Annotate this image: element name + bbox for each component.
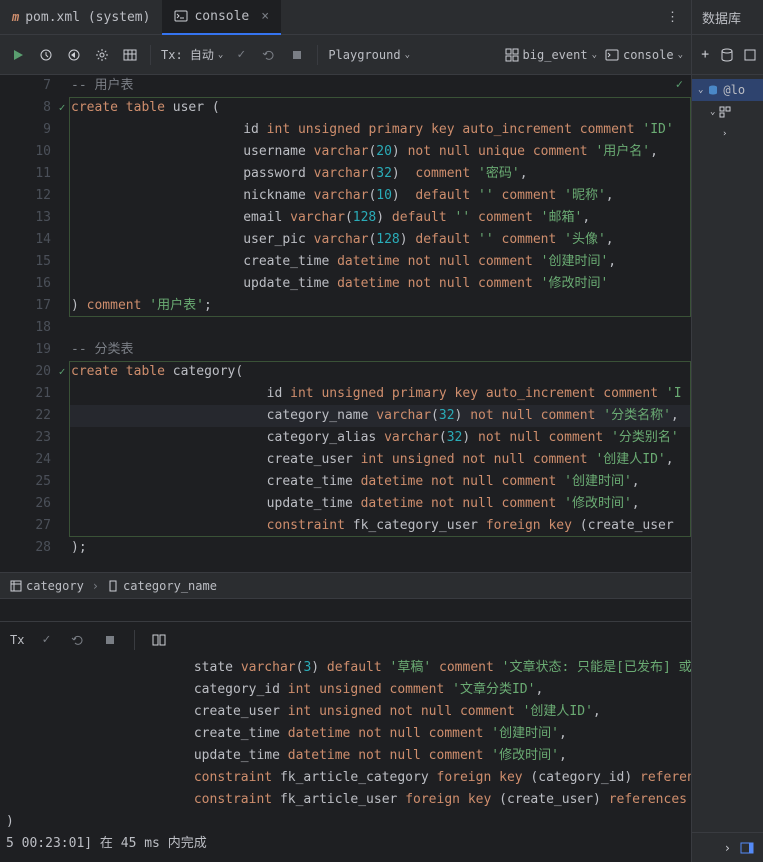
tree-node[interactable]: ⌄ bbox=[692, 101, 763, 123]
grid-icon[interactable] bbox=[120, 45, 140, 65]
sql-toolbar: Tx: 自动 ⌄ ✓ Playground ⌄ big_event ⌄ cons… bbox=[0, 35, 691, 75]
layout-icon[interactable] bbox=[737, 838, 757, 858]
chevron-right-icon: › bbox=[722, 129, 727, 139]
console-icon bbox=[174, 9, 188, 23]
split-icon[interactable] bbox=[149, 630, 169, 650]
column-icon bbox=[107, 580, 119, 592]
commit-icon[interactable]: ✓ bbox=[36, 630, 56, 650]
maven-icon: m bbox=[12, 10, 19, 24]
schema-icon bbox=[719, 106, 731, 118]
rollback-icon[interactable] bbox=[68, 630, 88, 650]
breadcrumb-item[interactable]: category bbox=[10, 579, 84, 593]
tx-mode-dropdown[interactable]: Tx: 自动 ⌄ bbox=[161, 46, 223, 63]
history-icon[interactable] bbox=[36, 45, 56, 65]
tree-label: @lo bbox=[723, 83, 745, 97]
panel-title: 数据库 bbox=[692, 0, 763, 35]
chevron-down-icon: ⌄ bbox=[678, 50, 683, 60]
db-tree[interactable]: ⌄ @lo ⌄ › bbox=[692, 75, 763, 458]
settings-icon[interactable] bbox=[92, 45, 112, 65]
console-label: console bbox=[623, 48, 674, 62]
chevron-down-icon: ⌄ bbox=[698, 85, 703, 95]
check-gutter: ✓ ✓ bbox=[55, 75, 69, 572]
chevron-down-icon: ⌄ bbox=[405, 50, 410, 60]
breadcrumb-separator: › bbox=[92, 579, 99, 593]
console-dropdown[interactable]: console ⌄ bbox=[605, 48, 683, 62]
check-icon: ✓ bbox=[55, 361, 69, 383]
inspection-icon[interactable]: ✓ bbox=[676, 77, 683, 91]
playground-label: Playground bbox=[328, 48, 400, 62]
database-panel: 数据库 + ⌄ @lo ⌄ › › bbox=[691, 0, 763, 862]
tx-label: Tx bbox=[10, 633, 24, 647]
line-gutter: 7 8 9 10 11 12 13 14 15 16 17 18 19 20 2… bbox=[0, 75, 55, 572]
check-icon: ✓ bbox=[55, 97, 69, 119]
run-icon[interactable] bbox=[8, 45, 28, 65]
schema-dropdown[interactable]: big_event ⌄ bbox=[505, 48, 597, 62]
code-editor[interactable]: 7 8 9 10 11 12 13 14 15 16 17 18 19 20 2… bbox=[0, 75, 691, 572]
tab-label: console bbox=[194, 9, 249, 24]
tab-pom[interactable]: m pom.xml (system) bbox=[0, 0, 162, 35]
stop-icon[interactable] bbox=[287, 45, 307, 65]
status-line: 5 00:23:01] 在 45 ms 内完成 bbox=[4, 833, 720, 855]
table-icon bbox=[10, 580, 22, 592]
tab-console[interactable]: console × bbox=[162, 0, 281, 35]
breadcrumb: category › category_name bbox=[0, 572, 691, 598]
tab-more-icon[interactable]: ⋮ bbox=[654, 10, 691, 25]
chevron-right-icon[interactable]: › bbox=[724, 841, 731, 855]
output-code[interactable]: state varchar(3) default '草稿' comment '文… bbox=[0, 657, 720, 862]
tx-label: Tx: 自动 bbox=[161, 46, 214, 63]
explain-icon[interactable] bbox=[64, 45, 84, 65]
commit-icon[interactable]: ✓ bbox=[231, 45, 251, 65]
rollback-icon[interactable] bbox=[259, 45, 279, 65]
add-icon[interactable]: + bbox=[698, 45, 712, 65]
editor-tabs: m pom.xml (system) console × ⋮ bbox=[0, 0, 691, 35]
chevron-down-icon: ⌄ bbox=[710, 107, 715, 117]
console-icon bbox=[605, 48, 619, 62]
db-toolbar: + bbox=[692, 35, 763, 75]
tab-label: pom.xml (system) bbox=[25, 10, 150, 25]
output-panel: Tx ✓ state varchar(3) default '草稿' comme… bbox=[0, 598, 691, 862]
output-toolbar: Tx ✓ bbox=[0, 621, 720, 657]
tree-node[interactable]: ⌄ @lo bbox=[692, 79, 763, 101]
schema-icon bbox=[505, 48, 519, 62]
db-icon bbox=[707, 84, 719, 96]
chevron-down-icon: ⌄ bbox=[218, 50, 223, 60]
breadcrumb-item[interactable]: category_name bbox=[107, 579, 217, 593]
stop-icon[interactable] bbox=[100, 630, 120, 650]
close-icon[interactable]: × bbox=[261, 9, 269, 24]
playground-dropdown[interactable]: Playground ⌄ bbox=[328, 48, 410, 62]
more-icon[interactable] bbox=[743, 45, 757, 65]
tree-node[interactable]: › bbox=[692, 123, 763, 145]
datasource-icon[interactable] bbox=[720, 45, 734, 65]
chevron-down-icon: ⌄ bbox=[592, 50, 597, 60]
schema-label: big_event bbox=[523, 48, 588, 62]
